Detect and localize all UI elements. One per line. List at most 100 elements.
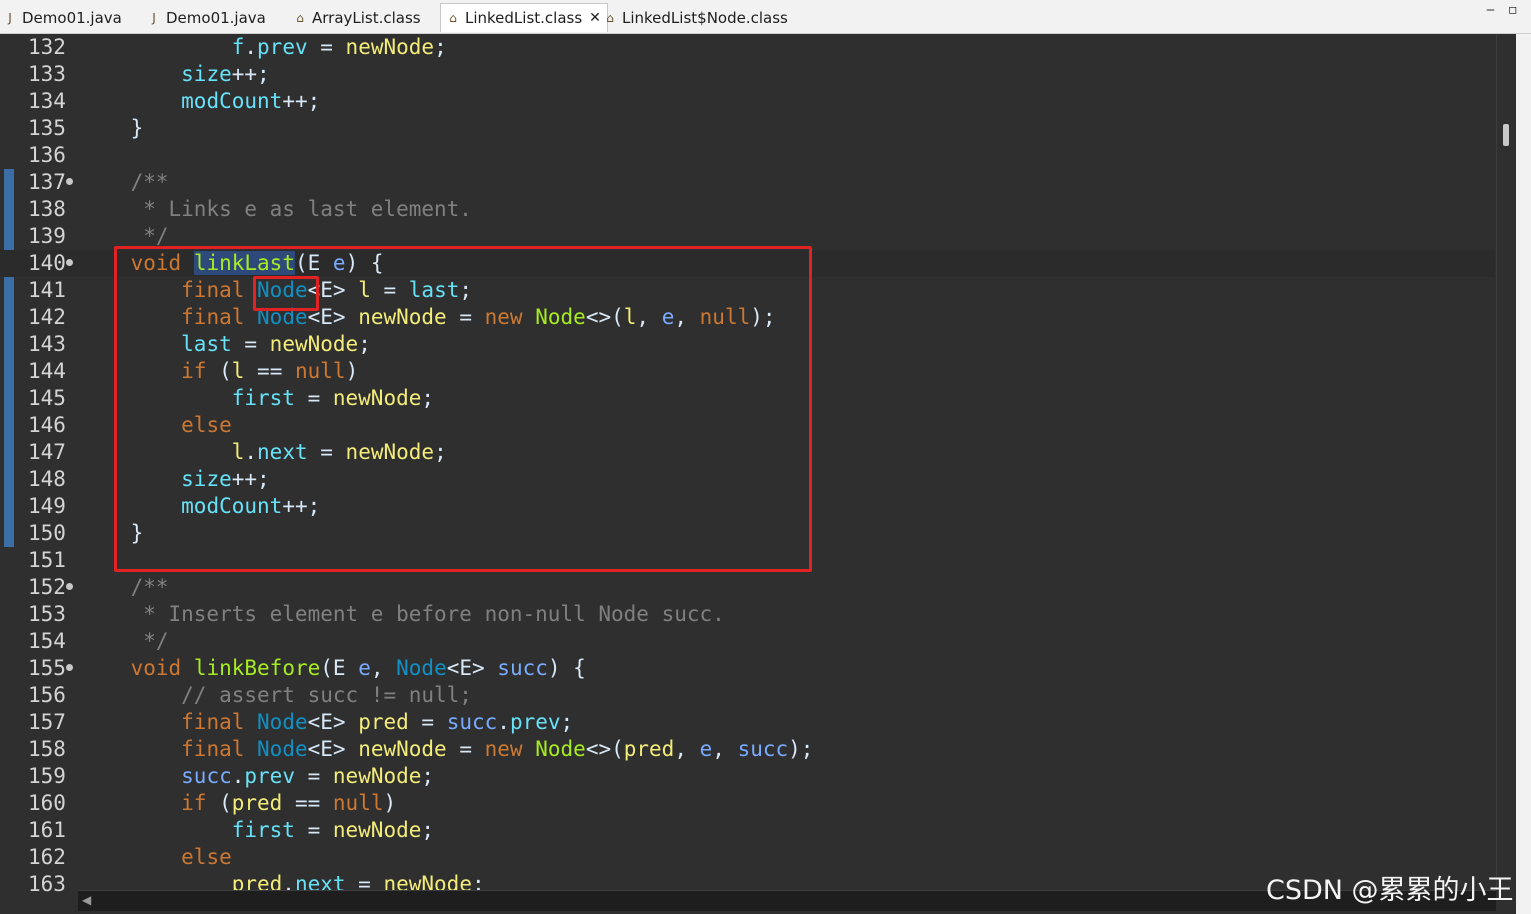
code-text: modCount++; (80, 88, 320, 115)
code-token: last (408, 278, 460, 302)
class-file-icon: ⌂ (606, 11, 614, 25)
code-line[interactable]: 136 (0, 142, 1495, 169)
code-text: /** (80, 574, 169, 601)
code-line[interactable]: 148 size++; (0, 466, 1495, 493)
tab-arraylist-class[interactable]: ⌂ ArrayList.class (294, 4, 421, 32)
tab-demo01-java-2[interactable]: J Demo01.java (148, 4, 266, 32)
close-tab-icon[interactable]: ✕ (589, 10, 601, 26)
code-line[interactable]: 150 } (0, 520, 1495, 547)
code-token: ++; (231, 467, 270, 491)
code-token: e (332, 251, 346, 275)
code-token: prev (509, 710, 561, 734)
code-token: Node (257, 305, 308, 329)
code-line[interactable]: 144 if (l == null) (0, 358, 1495, 385)
code-text: void linkLast(E e) { (80, 250, 384, 277)
tab-linkedlist-node-class[interactable]: ⌂ LinkedList$Node.class (604, 4, 788, 32)
minimize-icon[interactable]: ‒ (1486, 2, 1495, 18)
line-number: 146 (28, 413, 66, 437)
code-line[interactable]: 160 if (pred == null) (0, 790, 1495, 817)
code-token: = (446, 305, 485, 329)
tab-demo01-java-1[interactable]: J Demo01.java (4, 4, 122, 32)
code-line[interactable]: 140 void linkLast(E e) { (0, 250, 1495, 277)
code-text: */ (80, 223, 168, 250)
fold-toggle-icon[interactable] (66, 583, 73, 590)
code-token: * Links e as last element. (80, 197, 472, 221)
code-line[interactable]: 139 */ (0, 223, 1495, 250)
code-line[interactable]: 146 else (0, 412, 1495, 439)
code-line[interactable]: 135 } (0, 115, 1495, 142)
code-text: else (80, 412, 232, 439)
code-line[interactable]: 152 /** (0, 574, 1495, 601)
line-number: 154 (28, 629, 66, 653)
code-line[interactable]: 157 final Node<E> pred = succ.prev; (0, 709, 1495, 736)
scrollbar-thumb[interactable] (1503, 124, 1509, 146)
code-line[interactable]: 156 // assert succ != null; (0, 682, 1495, 709)
code-text: * Links e as last element. (80, 196, 472, 223)
line-number: 132 (28, 35, 66, 59)
code-line[interactable]: 155 void linkBefore(E e, Node<E> succ) { (0, 655, 1495, 682)
code-token: <E> (446, 656, 498, 680)
line-number: 144 (28, 359, 66, 383)
code-token: null (332, 791, 384, 815)
code-token: Node (257, 737, 308, 761)
line-number: 149 (28, 494, 66, 518)
code-token: , (712, 737, 738, 761)
code-token: ); (788, 737, 814, 761)
code-token: if (181, 791, 207, 815)
line-number: 152 (28, 575, 66, 599)
vertical-scrollbar[interactable] (1496, 34, 1517, 890)
tab-label: LinkedList$Node.class (622, 9, 788, 27)
code-token: ; (560, 710, 574, 734)
code-line[interactable]: 141 final Node<E> l = last; (0, 277, 1495, 304)
code-token: = (294, 386, 333, 410)
fold-toggle-icon[interactable] (66, 178, 73, 185)
code-token: newNode (345, 35, 435, 59)
line-number: 145 (28, 386, 66, 410)
code-line[interactable]: 159 succ.prev = newNode; (0, 763, 1495, 790)
line-number: 148 (28, 467, 66, 491)
code-token: newNode (358, 305, 447, 329)
code-line[interactable]: 151 (0, 547, 1495, 574)
code-token: pred (358, 710, 409, 734)
code-token: . (244, 440, 258, 464)
code-line[interactable]: 149 modCount++; (0, 493, 1495, 520)
code-line[interactable]: 153 * Inserts element e before non-null … (0, 601, 1495, 628)
code-token: ; (434, 440, 447, 464)
code-token: new (484, 737, 523, 761)
code-token: == (244, 359, 295, 383)
code-token: ++; (231, 62, 270, 86)
code-line[interactable]: 145 first = newNode; (0, 385, 1495, 412)
fold-toggle-icon[interactable] (66, 664, 73, 671)
code-line[interactable]: 154 */ (0, 628, 1495, 655)
code-line[interactable]: 138 * Links e as last element. (0, 196, 1495, 223)
code-editor[interactable]: 132 f.prev = newNode; 133 size++; 134 modC… (0, 34, 1531, 914)
maximize-icon[interactable]: ▫ (1508, 2, 1518, 18)
code-line[interactable]: 134 modCount++; (0, 88, 1495, 115)
code-token: newNode (345, 440, 435, 464)
code-token: linkLast (193, 251, 295, 275)
scroll-left-icon[interactable]: ◀ (82, 893, 91, 907)
code-line[interactable]: 147 l.next = newNode; (0, 439, 1495, 466)
code-token: newNode (358, 737, 447, 761)
code-line[interactable]: 162 else (0, 844, 1495, 871)
line-number: 150 (28, 521, 66, 545)
code-line[interactable]: 143 last = newNode; (0, 331, 1495, 358)
code-line[interactable]: 132 f.prev = newNode; (0, 34, 1495, 61)
line-number: 133 (28, 62, 66, 86)
code-token: ; (434, 35, 447, 59)
line-number: 139 (28, 224, 66, 248)
code-token: else (181, 845, 232, 869)
code-line[interactable]: 133 size++; (0, 61, 1495, 88)
code-line[interactable]: 142 final Node<E> newNode = new Node<>(l… (0, 304, 1495, 331)
tab-label: ArrayList.class (312, 9, 421, 27)
code-line[interactable]: 137 /** (0, 169, 1495, 196)
code-line[interactable]: 161 first = newNode; (0, 817, 1495, 844)
fold-toggle-icon[interactable] (66, 259, 73, 266)
tab-linkedlist-class[interactable]: ⌂ LinkedList.class ✕ (440, 3, 608, 32)
code-line[interactable]: 158 final Node<E> newNode = new Node<>(p… (0, 736, 1495, 763)
line-number: 163 (28, 872, 66, 896)
code-token: } (80, 116, 144, 140)
